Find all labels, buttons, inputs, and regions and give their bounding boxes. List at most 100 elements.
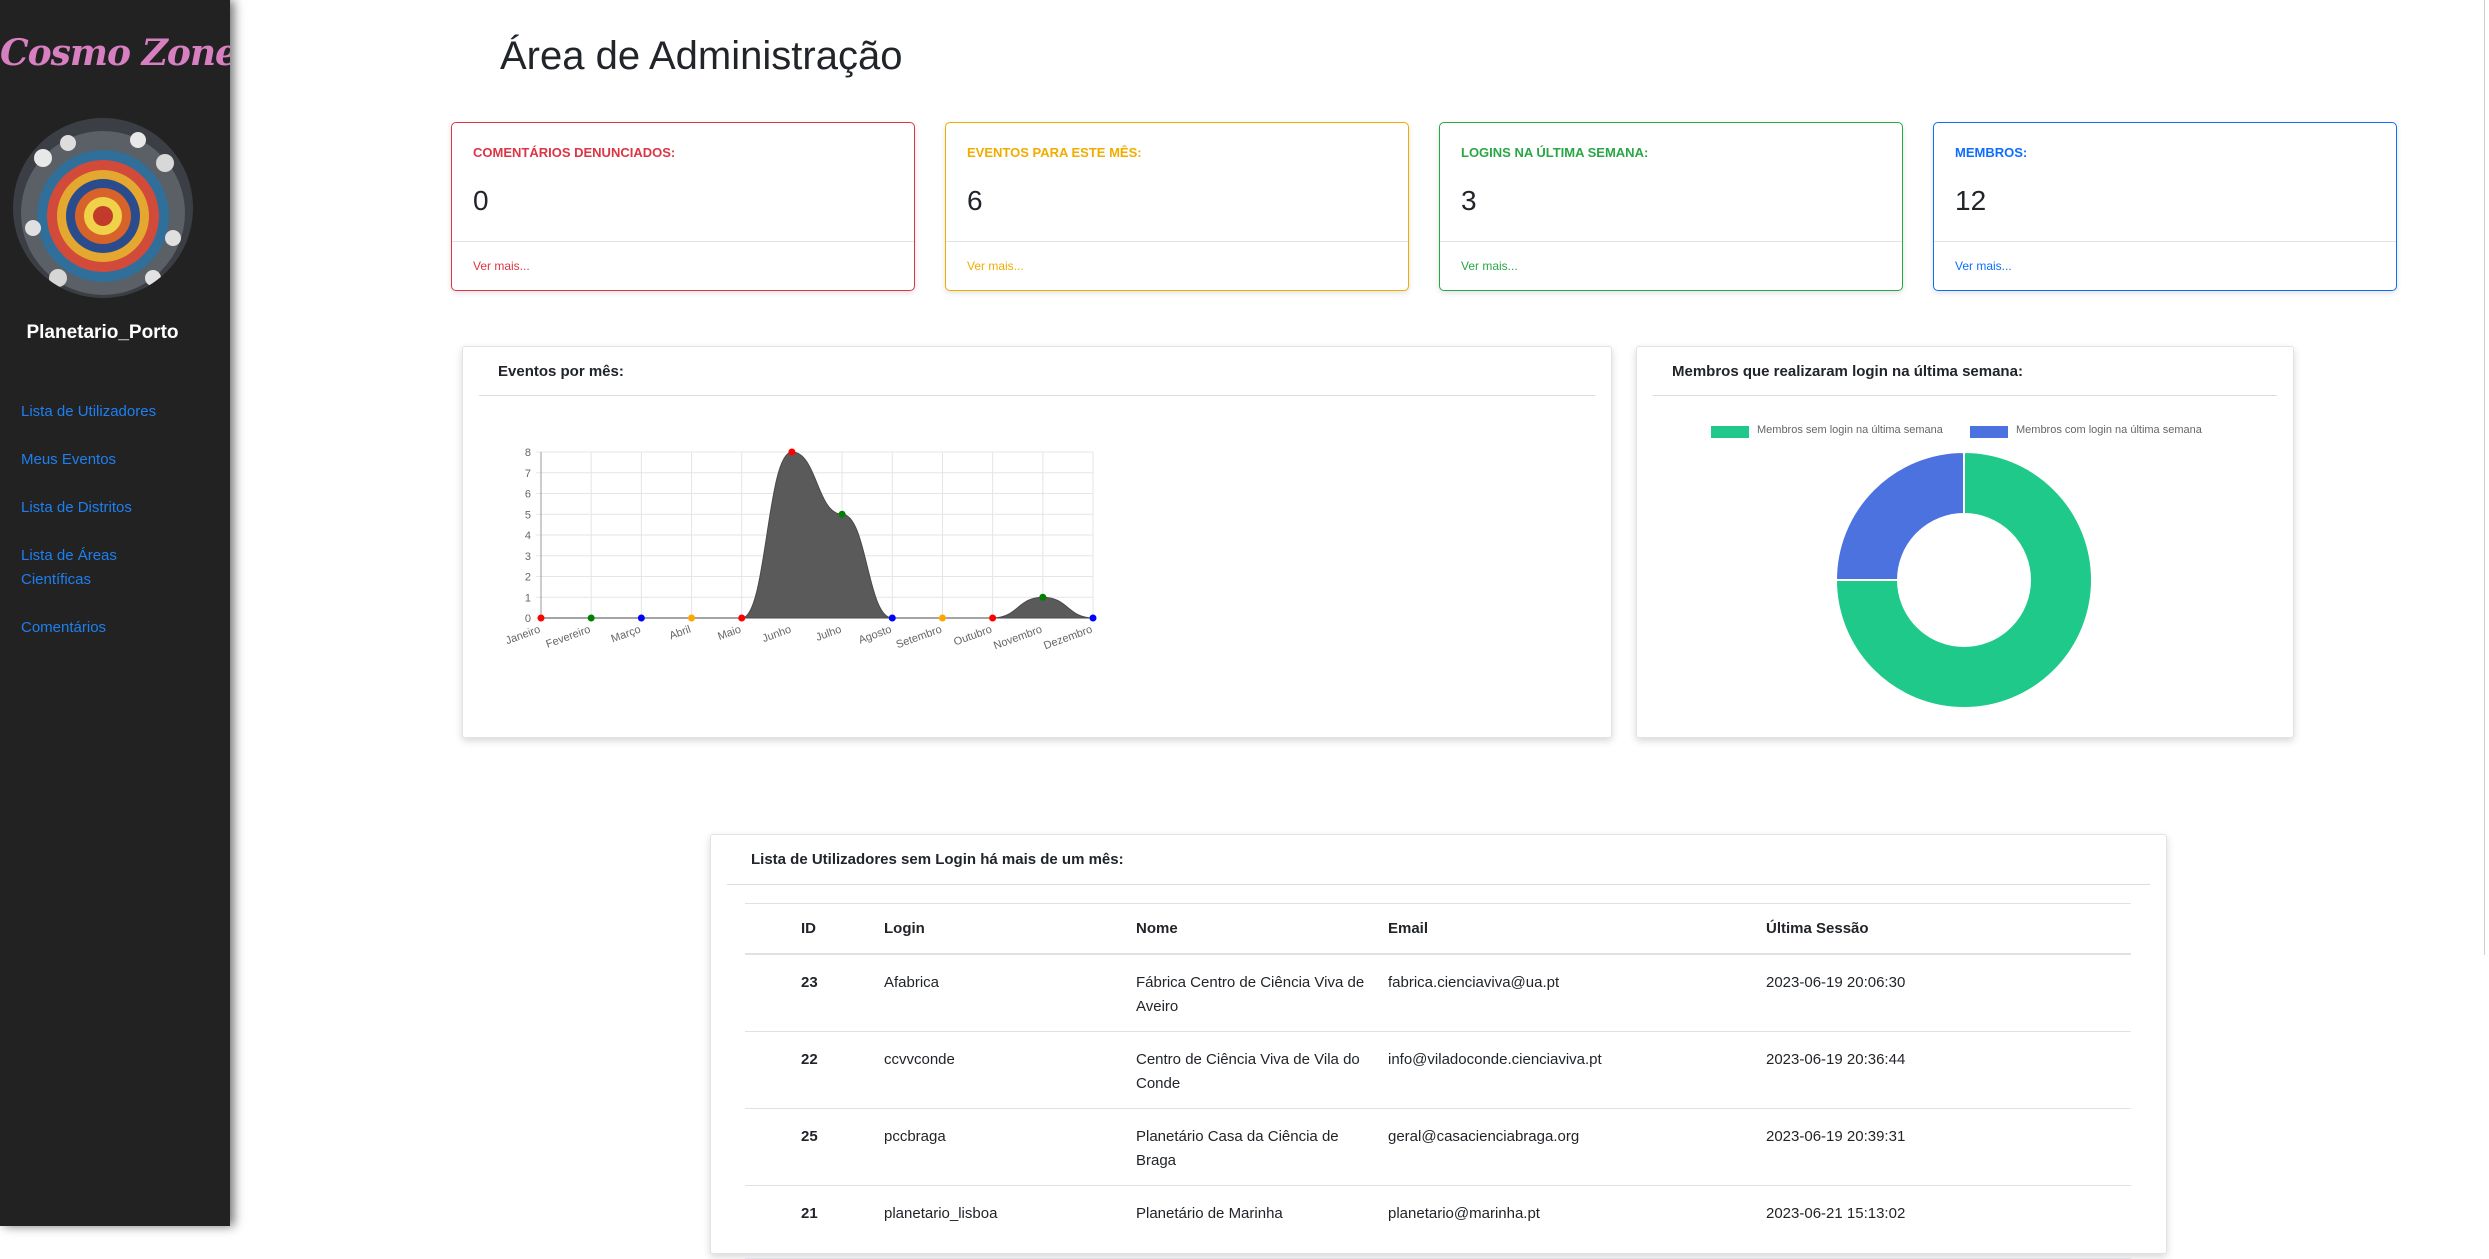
cell-last-session: 2023-06-19 20:36:44 bbox=[1766, 1031, 2131, 1109]
panel-divider bbox=[727, 884, 2150, 885]
x-tick-label: Setembro bbox=[895, 624, 944, 652]
stat-more-link[interactable]: Ver mais... bbox=[473, 259, 530, 273]
cell-login: planetario_lisboa bbox=[884, 1185, 1136, 1259]
cell-login: ccvvconde bbox=[884, 1031, 1136, 1109]
stat-card-reported-comments: Comentários denunciados: 0 Ver mais... bbox=[451, 122, 915, 291]
panel-divider bbox=[479, 395, 1595, 396]
logins-donut-chart bbox=[1834, 450, 2093, 709]
stat-value: 6 bbox=[967, 185, 983, 216]
col-login: Login bbox=[884, 903, 1136, 955]
stat-more-link[interactable]: Ver mais... bbox=[1955, 259, 2012, 273]
stat-label: Logins na última semana: bbox=[1461, 145, 1649, 160]
cell-login: Afabrica bbox=[884, 953, 1136, 1032]
col-nome: Nome bbox=[1136, 903, 1388, 955]
stat-card-logins-week: Logins na última semana: 3 Ver mais... bbox=[1439, 122, 1903, 291]
events-chart-panel: Eventos por mês: 0 1 2 3 4 5 6 7 8 Janeiro Feverei… bbox=[462, 346, 1612, 738]
table-row[interactable]: 23 Afabrica Fábrica Centro de Ciência Vi… bbox=[745, 953, 2131, 1032]
stat-card-events-month: Eventos para este mês: 6 Ver mais... bbox=[945, 122, 1409, 291]
col-last-session: Última Sessão bbox=[1766, 903, 2131, 955]
y-tick-label: 1 bbox=[525, 592, 531, 604]
data-point bbox=[938, 614, 946, 622]
stat-more-link[interactable]: Ver mais... bbox=[967, 259, 1024, 273]
table-row[interactable]: 22 ccvvconde Centro de Ciência Viva de V… bbox=[745, 1031, 2131, 1109]
cell-nome: Centro de Ciência Viva de Vila do Conde bbox=[1136, 1031, 1388, 1109]
data-point bbox=[738, 614, 746, 622]
table-row[interactable]: 21 planetario_lisboa Planetário de Marin… bbox=[745, 1185, 2131, 1259]
sidebar-item-my-events[interactable]: Meus Eventos bbox=[21, 448, 191, 472]
stat-value: 3 bbox=[1461, 185, 1477, 216]
sidebar-item-users[interactable]: Lista de Utilizadores bbox=[21, 400, 191, 424]
cell-login: pccbraga bbox=[884, 1108, 1136, 1186]
x-tick-label: Agosto bbox=[857, 624, 893, 647]
y-tick-label: 8 bbox=[525, 447, 531, 459]
sidebar-item-districts[interactable]: Lista de Distritos bbox=[21, 496, 191, 520]
inactive-users-table: ID Login Nome Email Última Sessão 23 Afa… bbox=[745, 903, 2131, 1259]
x-tick-label: Abril bbox=[668, 624, 693, 643]
page-scrollbar[interactable] bbox=[2484, 0, 2485, 955]
cell-id: 25 bbox=[745, 1108, 884, 1186]
stat-divider bbox=[1934, 241, 2396, 242]
y-tick-label: 0 bbox=[525, 613, 531, 625]
cell-last-session: 2023-06-19 20:06:30 bbox=[1766, 953, 2131, 1032]
legend-swatch-no-login bbox=[1711, 426, 1749, 438]
username: Planetario_Porto bbox=[26, 322, 179, 343]
cell-email: planetario@marinha.pt bbox=[1388, 1185, 1766, 1259]
stat-divider bbox=[452, 241, 914, 242]
stat-label: Eventos para este mês: bbox=[967, 145, 1142, 160]
table-header-row: ID Login Nome Email Última Sessão bbox=[745, 903, 2131, 955]
data-point bbox=[688, 614, 696, 622]
data-point bbox=[788, 448, 796, 456]
cell-email: geral@casacienciabraga.org bbox=[1388, 1108, 1766, 1186]
cell-last-session: 2023-06-19 20:39:31 bbox=[1766, 1108, 2131, 1186]
panel-title: Membros que realizaram login na última s… bbox=[1672, 363, 2023, 380]
panel-divider bbox=[1653, 395, 2277, 396]
panel-title: Eventos por mês: bbox=[498, 363, 624, 380]
cell-nome: Fábrica Centro de Ciência Viva de Aveiro bbox=[1136, 953, 1388, 1032]
stat-divider bbox=[1440, 241, 1902, 242]
table-row[interactable]: 25 pccbraga Planetário Casa da Ciência d… bbox=[745, 1108, 2131, 1186]
col-id: ID bbox=[745, 903, 884, 955]
data-point bbox=[637, 614, 645, 622]
cell-id: 22 bbox=[745, 1031, 884, 1109]
data-point bbox=[989, 614, 997, 622]
brand-logo[interactable]: Cosmo Zone bbox=[0, 32, 230, 74]
x-tick-label: Novembro bbox=[992, 624, 1044, 653]
cell-nome: Planetário Casa da Ciência de Braga bbox=[1136, 1108, 1388, 1186]
legend-label-with-login[interactable]: Membros com login na última semana bbox=[2016, 424, 2202, 436]
avatar bbox=[13, 118, 193, 298]
x-tick-label: Maio bbox=[716, 624, 743, 643]
pie-slice bbox=[1834, 450, 1965, 581]
cell-email: fabrica.cienciaviva@ua.pt bbox=[1388, 953, 1766, 1032]
stat-card-members: Membros: 12 Ver mais... bbox=[1933, 122, 2397, 291]
stat-label: Membros: bbox=[1955, 145, 2028, 160]
data-point bbox=[1039, 593, 1047, 601]
data-point bbox=[537, 614, 545, 622]
y-tick-label: 5 bbox=[525, 509, 531, 521]
stat-value: 0 bbox=[473, 185, 489, 216]
y-tick-label: 2 bbox=[525, 572, 531, 584]
cell-email: info@viladoconde.cienciaviva.pt bbox=[1388, 1031, 1766, 1109]
x-tick-label: Dezembro bbox=[1042, 624, 1094, 653]
events-line-chart: 0 1 2 3 4 5 6 7 8 Janeiro Fevereiro Março Abril Maio J… bbox=[504, 447, 1097, 653]
stat-divider bbox=[946, 241, 1408, 242]
y-tick-label: 4 bbox=[525, 530, 531, 542]
data-point bbox=[888, 614, 896, 622]
page-title: Área de Administração bbox=[500, 34, 903, 78]
cell-nome: Planetário de Marinha bbox=[1136, 1185, 1388, 1259]
y-tick-label: 6 bbox=[525, 489, 531, 501]
data-point bbox=[587, 614, 595, 622]
x-tick-label: Julho bbox=[814, 624, 843, 644]
sidebar-item-science-areas[interactable]: Lista de Áreas Científicas bbox=[21, 544, 161, 592]
stat-more-link[interactable]: Ver mais... bbox=[1461, 259, 1518, 273]
data-point bbox=[838, 510, 846, 518]
legend-swatch-with-login bbox=[1970, 426, 2008, 438]
data-point bbox=[1089, 614, 1097, 622]
legend-label-no-login[interactable]: Membros sem login na última semana bbox=[1757, 424, 1943, 436]
sidebar-item-comments[interactable]: Comentários bbox=[21, 616, 191, 640]
x-tick-label: Fevereiro bbox=[544, 624, 592, 651]
y-tick-label: 3 bbox=[525, 551, 531, 563]
stat-value: 12 bbox=[1955, 185, 1987, 216]
cell-last-session: 2023-06-21 15:13:02 bbox=[1766, 1185, 2131, 1259]
stat-label: Comentários denunciados: bbox=[473, 145, 676, 160]
x-tick-label: Outubro bbox=[952, 624, 993, 649]
